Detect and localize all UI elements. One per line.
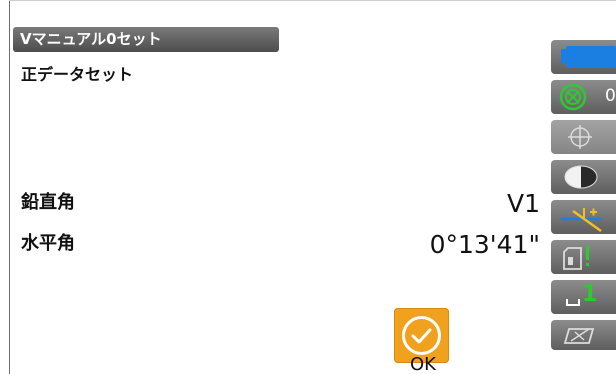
crosshair-icon: [568, 125, 592, 149]
vertical-angle-label: 鉛直角: [21, 192, 75, 213]
sidebar-item-battery[interactable]: [551, 40, 616, 74]
horizontal-angle-label: 水平角: [21, 233, 75, 254]
battery-icon: [561, 46, 616, 68]
screen-subtitle: 正データセット: [21, 65, 134, 84]
screen-title: Vマニュアル0セット: [13, 27, 279, 52]
sidebar-item-target[interactable]: 0: [551, 80, 616, 114]
sidebar-item-input-mode[interactable]: 1: [551, 280, 616, 314]
sidebar-item-memory[interactable]: [551, 240, 616, 274]
sidebar-item-survey[interactable]: [551, 320, 616, 350]
screen-top-border: [9, 0, 616, 1]
sidebar-item-crosshair[interactable]: [551, 120, 616, 154]
sidebar-item-face[interactable]: [551, 160, 616, 194]
survey-mode-icon: [563, 328, 595, 344]
target-constant-text: 0: [605, 86, 616, 106]
sd-card-icon: [563, 246, 589, 270]
vertical-angle-value: V1: [506, 189, 540, 218]
input-mode-text: 1: [582, 282, 598, 307]
tilt-compensation-icon: [561, 208, 602, 233]
sidebar-item-tilt[interactable]: [551, 200, 616, 234]
horizontal-angle-value: 0°13'41": [429, 230, 540, 259]
screen-left-border: [9, 0, 10, 374]
ok-button-label: OK: [410, 354, 436, 374]
face-left-icon: [564, 165, 598, 189]
